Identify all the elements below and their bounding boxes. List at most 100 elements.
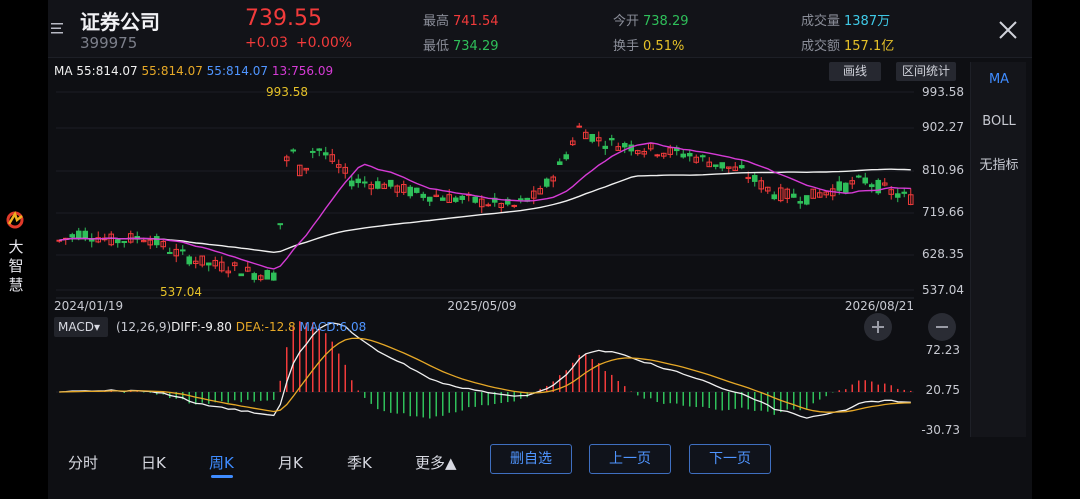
tab-quarterly[interactable]: 季K: [347, 452, 372, 473]
candle-down: [517, 198, 524, 201]
next-page-button[interactable]: 下一页: [689, 444, 771, 474]
candle-down: [75, 230, 82, 240]
tab-intraday[interactable]: 分时: [68, 452, 98, 473]
price-axis-label: 993.58: [922, 85, 964, 99]
date-label-end: 2026/08/21: [845, 299, 914, 313]
price-axis-label: 537.04: [922, 283, 964, 297]
low-annotation: 537.04: [160, 285, 202, 299]
high-annotation: 993.58: [266, 85, 308, 99]
tab-more[interactable]: 更多▲: [415, 452, 457, 473]
candle-down: [680, 153, 687, 158]
candle-down: [361, 181, 368, 184]
right-edge: [1032, 0, 1080, 499]
macd-axis-label: 72.23: [926, 343, 960, 357]
candle-down: [290, 149, 297, 152]
candle-down: [186, 256, 193, 265]
macd-axis-label: -30.73: [921, 423, 960, 437]
candle-down: [608, 138, 615, 141]
candle-up: [511, 204, 518, 207]
bottom-bar: 分时 日K 周K 月K 季K 更多▲ 删自选 上一页 下一页: [48, 438, 1032, 499]
macd-legend: (12,26,9)DIFF:-9.80 DEA:-12.8 MACD:6.08: [116, 320, 367, 334]
candle-down: [277, 223, 284, 226]
macd-selector[interactable]: MACD▾: [54, 317, 108, 337]
candle-down: [387, 179, 394, 187]
close-icon[interactable]: [996, 18, 1020, 42]
tab-monthly[interactable]: 月K: [278, 452, 303, 473]
candle-down: [316, 148, 323, 151]
candle-down: [251, 273, 258, 280]
macd-diff-line: [59, 322, 911, 419]
candle-down: [751, 175, 758, 182]
candle-down: [556, 161, 563, 165]
candle-down: [901, 191, 908, 194]
candle-down: [543, 178, 550, 187]
candle-down: [712, 164, 719, 167]
candle-down: [797, 201, 804, 204]
price-axis-label: 810.96: [922, 163, 964, 177]
candle-down: [270, 272, 277, 281]
app-logo-icon: [6, 211, 24, 229]
candle-down: [699, 155, 706, 158]
candle-down: [771, 194, 778, 200]
candle-down: [621, 143, 628, 148]
candle-down: [238, 273, 245, 277]
candle-down: [264, 270, 271, 280]
app-brand-text: 大智慧: [8, 238, 24, 294]
minus-icon: [936, 326, 948, 328]
plus-icon: [872, 321, 884, 333]
candle-down: [348, 180, 355, 187]
zoom-out-button[interactable]: [928, 313, 956, 341]
candle-down: [426, 196, 433, 202]
candle-down: [407, 186, 414, 197]
candle-down: [179, 249, 186, 252]
candle-down: [836, 181, 843, 191]
prev-page-button[interactable]: 上一页: [589, 444, 671, 474]
candle-down: [114, 239, 121, 244]
stock-chart-app: 证券公司 399975 739.55 +0.03 +0.00% 最高 741.54 …: [48, 0, 1032, 499]
candle-down: [855, 175, 862, 178]
candle-up: [485, 204, 492, 207]
price-axis-label: 628.35: [922, 247, 964, 261]
candle-down: [459, 195, 466, 200]
indicator-none[interactable]: 无指标: [971, 154, 1027, 173]
candle-down: [602, 145, 609, 149]
ma55-line: [59, 168, 911, 254]
candle-up: [654, 154, 661, 157]
tab-weekly[interactable]: 周K: [209, 452, 234, 473]
candle-down: [205, 262, 212, 266]
candle-down: [153, 236, 160, 246]
indicator-boll[interactable]: BOLL: [971, 114, 1027, 129]
candle-down: [868, 184, 875, 188]
indicator-ma[interactable]: MA: [971, 72, 1027, 87]
left-rail: 大智慧: [0, 0, 48, 499]
kline-chart[interactable]: 993.58 902.27 810.96 719.66 628.35 537.04 2024…: [48, 0, 970, 438]
candle-down: [69, 234, 76, 238]
date-label-start: 2024/01/19: [54, 299, 123, 313]
candle-down: [88, 238, 95, 242]
remove-watchlist-button[interactable]: 删自选: [490, 444, 572, 474]
price-axis-label: 902.27: [922, 120, 964, 134]
active-tab-indicator: [211, 475, 233, 478]
candle-down: [790, 193, 797, 198]
candle-down: [738, 165, 745, 169]
macd-dea-line: [59, 337, 911, 413]
candle-down: [82, 230, 89, 239]
macd-axis-label: 20.75: [926, 383, 960, 397]
ma13-line: [59, 142, 911, 270]
candle-down: [719, 162, 726, 169]
candle-down: [862, 177, 869, 184]
candle-down: [842, 182, 849, 193]
indicator-side-panel: MA BOLL 无指标: [970, 62, 1026, 437]
candle-down: [589, 133, 596, 142]
candle-down: [121, 240, 128, 243]
candle-down: [322, 152, 329, 156]
candle-down: [439, 197, 446, 201]
candle-down: [472, 196, 479, 203]
tab-daily[interactable]: 日K: [141, 452, 166, 473]
candle-down: [686, 152, 693, 157]
candle-down: [894, 193, 901, 198]
candle-down: [355, 178, 362, 184]
candle-down: [803, 195, 810, 205]
zoom-in-button[interactable]: [864, 313, 892, 341]
candle-down: [309, 150, 316, 153]
